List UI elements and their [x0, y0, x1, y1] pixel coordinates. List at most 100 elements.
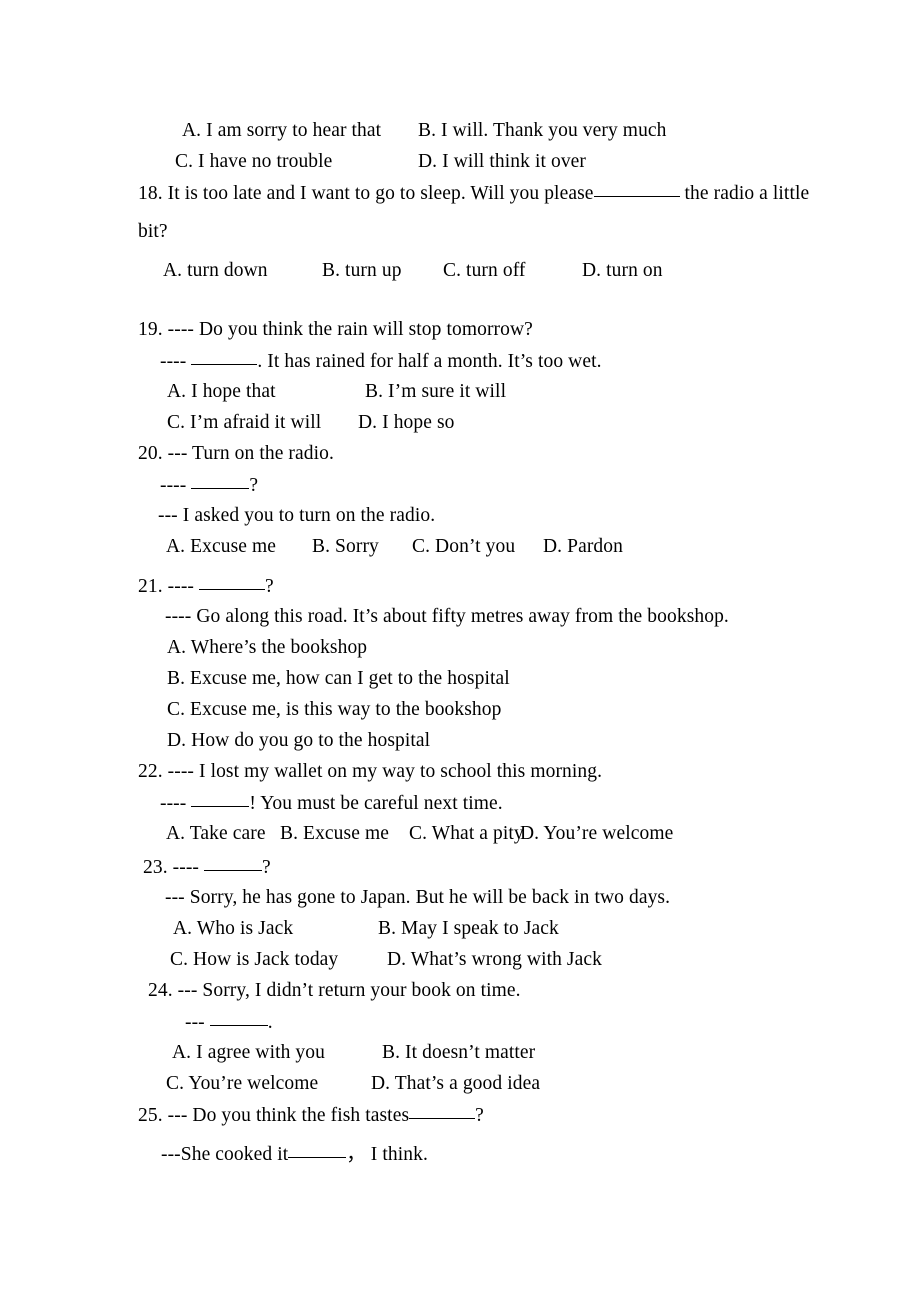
q21-line1: 21. ---- ? [138, 576, 274, 597]
q25-line1-prefix: 25. --- Do you think the fish tastes [138, 1105, 410, 1126]
q24-option-d-text: D. That’s a good idea [371, 1073, 541, 1094]
q19-option-d: D. I hope so [358, 413, 455, 433]
q20-option-d: D. Pardon [543, 537, 623, 557]
q19-line1: 19. ---- Do you think the rain will stop… [138, 320, 533, 340]
q23-option-b: B. May I speak to Jack [378, 919, 559, 939]
q18-option-a-text: A. turn down [163, 260, 268, 281]
q18-option-b-text: B. turn up [322, 260, 402, 281]
q18-option-d-text: D. turn on [582, 260, 663, 281]
q25-line2-suffix: ， I think. [346, 1144, 428, 1165]
q23-blank [204, 857, 263, 871]
q20-line2: ---- ? [160, 475, 258, 496]
q19-line2-suffix: . It has rained for half a month. It’s t… [257, 351, 602, 372]
q21-line2-text: ---- Go along this road. It’s about fift… [165, 606, 729, 627]
q24-line2-suffix: . [267, 1012, 273, 1033]
q22-option-b: B. Excuse me [280, 824, 389, 844]
q20-option-c: C. Don’t you [412, 537, 515, 557]
q25-line2-prefix: ---She cooked it [161, 1144, 289, 1165]
q25-blank-2 [288, 1144, 347, 1158]
q17-option-b: B. I will. Thank you very much [418, 121, 667, 141]
q21-option-d-text: D. How do you go to the hospital [167, 730, 431, 751]
q25-line1: 25. --- Do you think the fish tastes? [138, 1105, 484, 1126]
q18-option-c: C. turn off [443, 261, 526, 281]
q20-option-b-text: B. Sorry [312, 536, 379, 557]
q18-stem-part2: the radio a little [684, 183, 810, 204]
q20-line1: 20. --- Turn on the radio. [138, 444, 334, 464]
q21-line1-prefix: 21. ---- [138, 576, 195, 597]
q23-option-d: D. What’s wrong with Jack [387, 950, 602, 970]
q22-option-d: D. You’re welcome [520, 824, 673, 844]
q19-option-c-text: C. I’m afraid it will [167, 412, 322, 433]
q24-line1-text: 24. --- Sorry, I didn’t return your book… [148, 980, 521, 1001]
q20-line3-text: --- I asked you to turn on the radio. [158, 505, 436, 526]
q22-line2-suffix: ! You must be careful next time. [249, 793, 503, 814]
q24-option-a-text: A. I agree with you [172, 1042, 325, 1063]
q21-option-c: C. Excuse me, is this way to the booksho… [167, 700, 502, 720]
q23-line2: --- Sorry, he has gone to Japan. But he … [165, 888, 670, 908]
q23-option-a-text: A. Who is Jack [173, 918, 294, 939]
q19-option-c: C. I’m afraid it will [167, 413, 321, 433]
q21-line2: ---- Go along this road. It’s about fift… [165, 607, 729, 627]
q24-option-a: A. I agree with you [172, 1043, 325, 1063]
q24-option-d: D. That’s a good idea [371, 1074, 540, 1094]
q24-blank [209, 1012, 268, 1026]
q20-option-b: B. Sorry [312, 537, 379, 557]
q18-stem-line2-text: bit? [138, 221, 168, 242]
q19-line2: ---- . It has rained for half a month. I… [160, 351, 602, 372]
q20-option-a: A. Excuse me [166, 537, 276, 557]
q17-option-d: D. I will think it over [418, 152, 586, 172]
q23-option-a: A. Who is Jack [173, 919, 293, 939]
q19-option-d-text: D. I hope so [358, 412, 455, 433]
q20-line2-suffix: ? [249, 475, 259, 496]
q19-blank [191, 351, 258, 365]
q22-option-a-text: A. Take care [166, 823, 266, 844]
q20-line1-text: 20. --- Turn on the radio. [138, 443, 334, 464]
q24-line2-prefix: --- [185, 1012, 205, 1033]
q19-option-a-text: A. I hope that [167, 381, 276, 402]
q21-option-d: D. How do you go to the hospital [167, 731, 430, 751]
q17-option-a: A. I am sorry to hear that [182, 121, 381, 141]
q23-line1-prefix: 23. ---- [143, 857, 200, 878]
q21-option-b: B. Excuse me, how can I get to the hospi… [167, 669, 510, 689]
q22-option-a: A. Take care [166, 824, 266, 844]
q17-option-c-text: C. I have no trouble [175, 151, 333, 172]
q21-line1-suffix: ? [265, 576, 274, 597]
q21-option-b-text: B. Excuse me, how can I get to the hospi… [167, 668, 510, 689]
q21-option-a: A. Where’s the bookshop [167, 638, 367, 658]
q22-line1: 22. ---- I lost my wallet on my way to s… [138, 762, 602, 782]
q19-option-a: A. I hope that [167, 382, 276, 402]
q23-option-c: C. How is Jack today [170, 950, 338, 970]
q18-blank [593, 183, 680, 197]
q25-blank-1 [409, 1105, 476, 1119]
q18-option-b: B. turn up [322, 261, 402, 281]
q22-blank [191, 793, 250, 807]
q24-option-b: B. It doesn’t matter [382, 1043, 535, 1063]
q18-stem-part1: 18. It is too late and I want to go to s… [138, 183, 594, 204]
q24-option-c-text: C. You’re welcome [166, 1073, 319, 1094]
q24-line1: 24. --- Sorry, I didn’t return your book… [148, 981, 521, 1001]
q18-option-a: A. turn down [163, 261, 268, 281]
q20-option-c-text: C. Don’t you [412, 536, 516, 557]
q21-option-c-text: C. Excuse me, is this way to the booksho… [167, 699, 502, 720]
worksheet-page: A. I am sorry to hear that B. I will. Th… [0, 0, 920, 1302]
q23-option-b-text: B. May I speak to Jack [378, 918, 559, 939]
q21-option-a-text: A. Where’s the bookshop [167, 637, 368, 658]
q19-line2-prefix: ---- [160, 351, 187, 372]
q17-option-d-text: D. I will think it over [418, 151, 587, 172]
q18-option-c-text: C. turn off [443, 260, 526, 281]
q23-option-d-text: D. What’s wrong with Jack [387, 949, 602, 970]
q17-option-b-text: B. I will. Thank you very much [418, 120, 667, 141]
q18-stem-line2: bit? [138, 222, 168, 242]
q23-option-c-text: C. How is Jack today [170, 949, 339, 970]
q20-option-a-text: A. Excuse me [166, 536, 277, 557]
q23-line1: 23. ---- ? [143, 857, 271, 878]
q20-line3: --- I asked you to turn on the radio. [158, 506, 435, 526]
q22-line1-text: 22. ---- I lost my wallet on my way to s… [138, 761, 603, 782]
q25-line2: ---She cooked it ， I think. [161, 1144, 428, 1165]
q21-blank [199, 576, 266, 590]
q23-line1-suffix: ? [262, 857, 271, 878]
q19-option-b: B. I’m sure it will [365, 382, 506, 402]
q24-option-b-text: B. It doesn’t matter [382, 1042, 536, 1063]
q24-line2: --- . [185, 1012, 273, 1033]
q22-option-c: C. What a pity [409, 824, 524, 844]
